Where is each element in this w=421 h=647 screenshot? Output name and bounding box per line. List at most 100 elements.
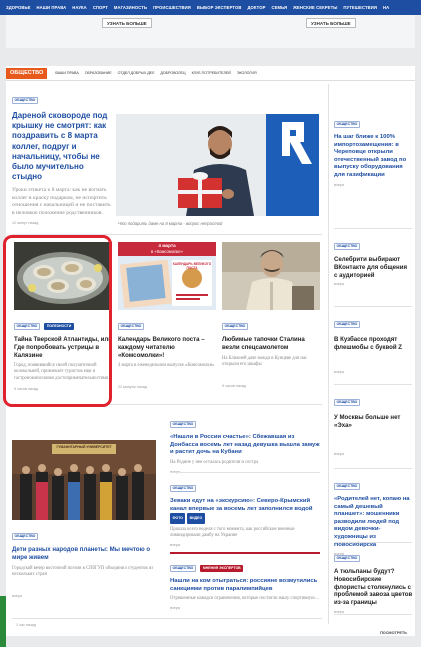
rubric-tag[interactable]: ОБЩЕСТВО xyxy=(334,554,360,562)
nav-item[interactable]: СЕМЬЯ xyxy=(271,5,287,10)
separator xyxy=(334,306,412,307)
rubric-tag[interactable]: ОБЩЕСТВО xyxy=(334,482,360,490)
promo-more-button-2[interactable]: УЗНАТЬ БОЛЬШЕ xyxy=(306,18,356,28)
section-subnav: ВАШИ ПРАВА ОБРАЗОВАНИЕ ОТДЕЛ ДОБРЫХ ДЕЛ ДОБ… xyxy=(55,71,256,75)
mid-news-text: Отрешенные наводки ограничения, которые … xyxy=(170,596,320,602)
mid-news-title[interactable]: Зеваки едут на «экскурсию»: Северо-Крымс… xyxy=(170,498,320,524)
mid-news-title-text[interactable]: Зеваки едут на «экскурсию»: Северо-Крымс… xyxy=(170,498,312,512)
students-time: вчера xyxy=(12,593,22,598)
nav-item[interactable]: НАУКА xyxy=(72,5,87,10)
promo-strip: УЗНАТЬ БОЛЬШЕ УЗНАТЬ БОЛЬШЕ xyxy=(6,15,415,48)
lent-calendar-article[interactable]: ОБЩЕСТВО Календарь Великого поста – кажд… xyxy=(118,314,216,389)
students-text: Городской вечер восточной поэзии в СПбГУ… xyxy=(12,565,154,577)
rubric-tag[interactable]: ОБЩЕСТВО xyxy=(118,322,144,330)
calendar-promo-line3: КАЛЕНДАРЬ ВЕЛИКОГО ПОСТА xyxy=(172,262,212,270)
students-title[interactable]: Дети разных народов планеты: Мы мечтою о… xyxy=(12,546,158,562)
mid-news-text: На Родине у нее осталась родители и сест… xyxy=(170,459,259,465)
right-news-title[interactable]: У Москвы больше нет «Эха» xyxy=(334,414,412,430)
right-news-4[interactable]: ОБЩЕСТВО У Москвы больше нет «Эха» вчера xyxy=(334,390,412,456)
nav-item[interactable]: ПУТЕШЕСТВИЯ xyxy=(343,5,377,10)
top-navigation: ЗДОРОВЬЕ НАШИ ПРАВА НАУКА СПОРТ МАГАЗИНОСТЬ П… xyxy=(0,0,421,15)
stalin-title[interactable]: Любимые тапочки Сталина везли спецсамоле… xyxy=(222,336,320,352)
man-with-gift-image xyxy=(116,114,319,216)
stalin-text: На Ближней даче вожди в Кунцеве для нас … xyxy=(222,355,307,367)
students-photo[interactable]: ГУМАНИТАРНЫЙ УНИВЕРСИТЕТ xyxy=(12,440,156,520)
lead-article[interactable]: ОБЩЕСТВО Дареной сковороде под крышку не… xyxy=(12,88,112,225)
university-sign: ГУМАНИТАРНЫЙ УНИВЕРСИТЕТ xyxy=(56,445,112,449)
stalin-time: 9 часов назад xyxy=(222,383,246,388)
mid-news-time: вчера xyxy=(170,606,180,611)
lead-photo-caption: Что подарить даме на 8 марта - вопрос не… xyxy=(118,221,223,226)
lead-time: 12 минут назад xyxy=(12,221,39,226)
subnav-item[interactable]: ОБРАЗОВАНИЕ xyxy=(85,71,112,75)
section-title[interactable]: ОБЩЕСТВО xyxy=(6,67,48,79)
nav-item[interactable]: ЗДОРОВЬЕ xyxy=(6,5,31,10)
right-news-time: вчера xyxy=(334,182,344,187)
rubric-tag[interactable]: ОБЩЕСТВО xyxy=(12,532,38,540)
right-news-title[interactable]: На шаг ближе к 100% импортозамещения: в … xyxy=(334,134,412,180)
calendar-promo-line2: в «Комсомолке» xyxy=(151,249,183,254)
rubric-tag[interactable]: ОБЩЕСТВО xyxy=(334,320,360,328)
lent-calendar-title[interactable]: Календарь Великого поста – каждому читат… xyxy=(118,336,216,359)
experts-badge[interactable]: МНЕНИЯ ЭКСПЕРТОВ xyxy=(200,564,244,572)
subnav-item[interactable]: ДОБРОВОЛЕЦ xyxy=(160,71,185,75)
separator xyxy=(170,472,320,473)
right-news-title[interactable]: Селебрити выбирают ВКонтакте для общения… xyxy=(334,256,412,279)
nav-item[interactable]: ПРОИСШЕСТВИЯ xyxy=(153,5,191,10)
subnav-item[interactable]: ВАШИ ПРАВА xyxy=(55,71,78,75)
nav-item[interactable]: МАГАЗИНОСТЬ xyxy=(114,5,147,10)
stalin-article[interactable]: ОБЩЕСТВО Любимые тапочки Сталина везли с… xyxy=(222,314,320,388)
section-header: ОБЩЕСТВО ВАШИ ПРАВА ОБРАЗОВАНИЕ ОТДЕЛ ДОБР… xyxy=(6,66,415,81)
rubric-tag[interactable]: ОБЩЕСТВО xyxy=(222,322,248,330)
nav-item[interactable]: ЖЕНСКИЕ СЕКРЕТЫ xyxy=(293,5,337,10)
right-news-time: вчера xyxy=(334,451,344,456)
nav-item[interactable]: НАШИ ПРАВА xyxy=(37,5,67,10)
separator xyxy=(334,384,412,385)
right-news-time: вчера xyxy=(334,369,344,374)
rubric-tag[interactable]: ОБЩЕСТВО xyxy=(334,398,360,406)
nav-item[interactable]: НА xyxy=(383,5,389,10)
right-news-1[interactable]: ОБЩЕСТВО На шаг ближе к 100% импортозаме… xyxy=(334,112,412,187)
lent-calendar-photo[interactable]: 4 марта в «Комсомолке» КАЛЕНДАРЬ ВЕЛИКОГ… xyxy=(118,242,216,310)
stalin-photo[interactable] xyxy=(222,242,320,310)
separator xyxy=(12,618,322,619)
subnav-item[interactable]: ЭКОЛОГИЯ xyxy=(237,71,257,75)
nav-item[interactable]: СПОРТ xyxy=(93,5,108,10)
left-edge-stripe xyxy=(0,596,6,647)
rubric-tag[interactable]: ОБЩЕСТВО xyxy=(12,96,38,104)
mid-news-3[interactable]: ОБЩЕСТВО МНЕНИЯ ЭКСПЕРТОВ Нашли на ком о… xyxy=(170,556,320,610)
rubric-tag[interactable]: ОБЩЕСТВО xyxy=(334,120,360,128)
right-news-5[interactable]: ОБЩЕСТВО «Родителей нет, копаю на самый … xyxy=(334,474,414,556)
mid-news-1[interactable]: ОБЩЕСТВО «Нашли в России счастье»: Сбежа… xyxy=(170,412,320,474)
nav-item[interactable]: ВЫБОР ЭКСПЕРТОВ xyxy=(197,5,242,10)
stalin-image xyxy=(222,242,320,310)
nav-item[interactable]: ДОКТОР xyxy=(247,5,265,10)
right-news-3[interactable]: ОБЩЕСТВО В Кузбассе проходят флешмобы с … xyxy=(334,312,412,374)
mid-news-title[interactable]: «Нашли в России счастье»: Сбежавшая из Д… xyxy=(170,434,320,457)
students-group-image xyxy=(12,440,156,520)
rubric-tag[interactable]: ОБЩЕСТВО xyxy=(170,420,196,428)
rubric-tag[interactable]: ОБЩЕСТВО xyxy=(170,564,196,572)
rubric-tag[interactable]: ОБЩЕСТВО xyxy=(170,484,196,492)
lead-text: Уроки этикета к 8 марта: как не вогнать … xyxy=(12,187,111,216)
right-news-title[interactable]: А тюльпаны будут? Новосибирские флористы… xyxy=(334,568,414,607)
right-news-2[interactable]: ОБЩЕСТВО Селебрити выбирают ВКонтакте дл… xyxy=(334,234,412,286)
promo-more-button-1[interactable]: УЗНАТЬ БОЛЬШЕ xyxy=(102,18,152,28)
right-news-6[interactable]: ОБЩЕСТВО А тюльпаны будут? Новосибирские… xyxy=(334,546,414,614)
rubric-tag[interactable]: ОБЩЕСТВО xyxy=(334,242,360,250)
right-column-divider xyxy=(328,84,329,624)
separator xyxy=(334,542,412,543)
red-separator xyxy=(170,552,320,554)
right-news-title[interactable]: В Кузбассе проходят флешмобы с буквой Z xyxy=(334,336,412,352)
lent-calendar-text: 4 марта в еженедельном выпуске «Комсомол… xyxy=(118,363,215,369)
bottom-time: 1 час назад xyxy=(16,623,36,627)
mid-news-2[interactable]: ОБЩЕСТВО Зеваки едут на «экскурсию»: Сев… xyxy=(170,476,320,547)
lead-photo[interactable] xyxy=(116,114,319,216)
see-more-link[interactable]: ПОСМОТРЕТЬ xyxy=(380,631,407,635)
lead-title[interactable]: Дареной сковороде под крышку не смотрят:… xyxy=(12,111,112,182)
subnav-item[interactable]: ОТДЕЛ ДОБРЫХ ДЕЛ xyxy=(118,71,155,75)
subnav-item[interactable]: КЛУБ ПОТРЕБИТЕЛЕЙ xyxy=(192,71,231,75)
students-article[interactable]: ОБЩЕСТВО Дети разных народов планеты: Мы… xyxy=(12,524,158,598)
mid-news-title[interactable]: Нашли на ком отыграться: россияне возмут… xyxy=(170,578,320,593)
video-badge: ВИДЕО xyxy=(187,513,205,524)
